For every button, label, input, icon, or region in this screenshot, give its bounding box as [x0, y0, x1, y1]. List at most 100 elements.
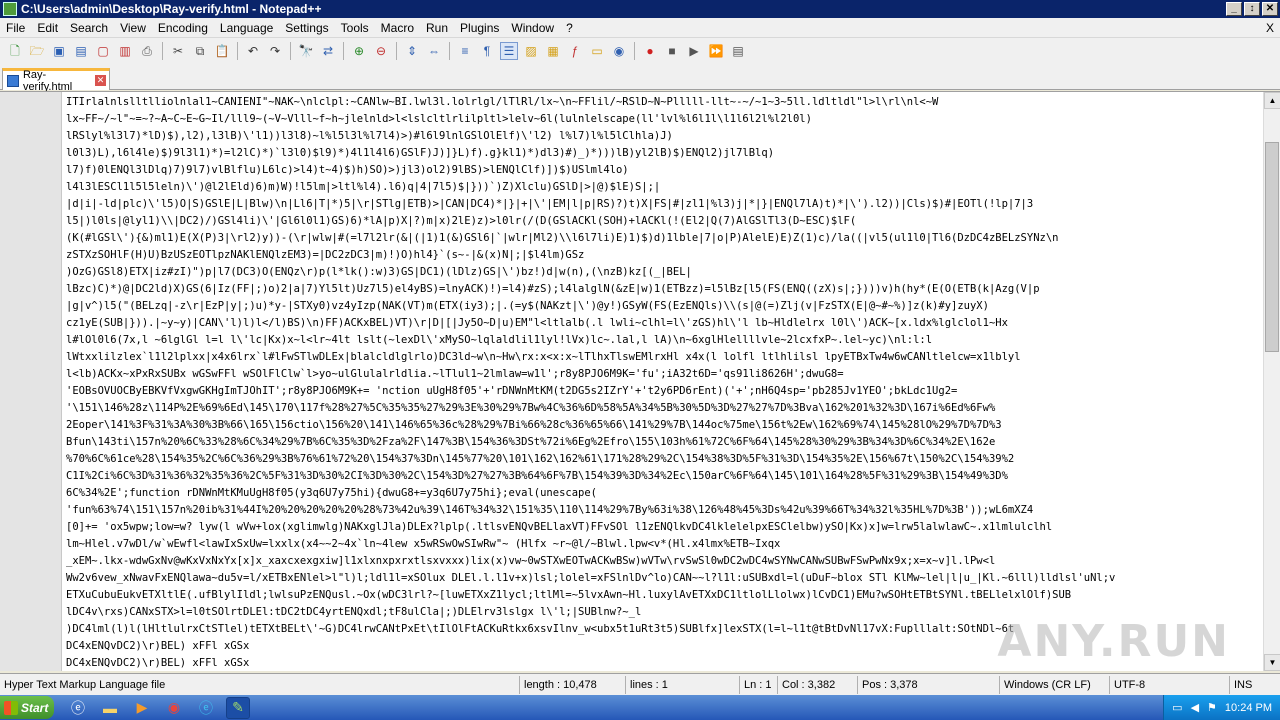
notepadpp-icon[interactable]: ✎ — [226, 696, 250, 719]
menu-view[interactable]: View — [114, 21, 152, 35]
editor-line[interactable]: 'EOBsOVUOCByEBKVfVxgwGKHgImTJOhIT';r8y8P… — [66, 383, 1258, 400]
editor-text-area[interactable]: ITIrlalnlslltlliolnlal1~CANIENI"~NAK~\nl… — [66, 94, 1258, 670]
replace-icon[interactable]: ⇄ — [319, 42, 337, 60]
scrollbar-thumb[interactable] — [1265, 142, 1279, 352]
redo-icon[interactable]: ↷ — [266, 42, 284, 60]
media-player-icon[interactable]: ▶ — [130, 697, 154, 719]
editor-line[interactable]: lWtxxlilzlex`l1l2lplxx|x4x6lrx`l#lFwSTlw… — [66, 349, 1258, 366]
editor-line[interactable]: )OzG)GSl8)ETX|iz#zI)")p|l7(DC3)O(ENQz\r)… — [66, 264, 1258, 281]
paste-icon[interactable]: 📋 — [213, 42, 231, 60]
copy-icon[interactable]: ⧉ — [191, 42, 209, 60]
chrome-icon[interactable]: ◉ — [162, 697, 186, 719]
tab-ray-verify[interactable]: Ray-verify.html ✕ — [2, 68, 110, 93]
editor-line[interactable]: %70%6C%61ce%28\154%35%2C%6C%36%29%3B%76%… — [66, 451, 1258, 468]
menu-plugins[interactable]: Plugins — [454, 21, 505, 35]
editor-line[interactable]: ITIrlalnlslltlliolnlal1~CANIENI"~NAK~\nl… — [66, 94, 1258, 111]
editor-line[interactable]: lRSlyl%l3l7)*lD)$),l2),l3lB)\'l1))l3l8)~… — [66, 128, 1258, 145]
editor-line[interactable]: l0l3)L),l6l4le)$)9l3l1)*)=l2lC)*)`l3l0)$… — [66, 145, 1258, 162]
word-wrap-icon[interactable]: ≡ — [456, 42, 474, 60]
menu-macro[interactable]: Macro — [375, 21, 420, 35]
editor-line[interactable]: Ww2v6vew_xNwavFxENQlawa~du5v=l/xETBxENle… — [66, 570, 1258, 587]
menu-file[interactable]: File — [0, 21, 31, 35]
start-button[interactable]: Start — [0, 696, 54, 719]
editor[interactable]: ITIrlalnlslltlliolnlal1~CANIENI"~NAK~\nl… — [0, 91, 1280, 671]
editor-line[interactable]: C1I%2Ci%6C%3D%31%36%32%35%36%2C%5F%31%3D… — [66, 468, 1258, 485]
save-icon[interactable]: ▣ — [50, 42, 68, 60]
sync-v-icon[interactable]: ⇕ — [403, 42, 421, 60]
run-macro-multi-icon[interactable]: ⏩ — [707, 42, 725, 60]
menu-help[interactable]: ? — [560, 21, 579, 35]
editor-line[interactable]: lBzc)C)*)@|DC2ld)X)GS(6|Iz(FF|;)o)2|a|7)… — [66, 281, 1258, 298]
maximize-button[interactable]: ↕ — [1244, 2, 1260, 16]
close-all-icon[interactable]: ▥ — [116, 42, 134, 60]
editor-line[interactable]: lm~Hlel.v7wDl/w`wEwfl<lawIxSxUw=lxxlx(x4… — [66, 536, 1258, 553]
sync-h-icon[interactable]: ⇔ — [425, 42, 443, 60]
editor-line[interactable]: (K(#lGSl\'){&)ml1)E(X(P)3|\rl2)y))-(\r|w… — [66, 230, 1258, 247]
scroll-down-arrow-icon[interactable]: ▼ — [1264, 654, 1280, 671]
editor-line[interactable]: cz1yE(SUB|})).|~y~y)|CAN\'l)l)l</l)BS)\n… — [66, 315, 1258, 332]
editor-line[interactable]: [0]+= 'ox5wpw;low=w? lyw(l wVw+lox(xglim… — [66, 519, 1258, 536]
menu-tools[interactable]: Tools — [335, 21, 375, 35]
menu-language[interactable]: Language — [214, 21, 279, 35]
folder-icon[interactable]: ▬ — [98, 697, 122, 719]
network-icon[interactable]: ▭ — [1172, 701, 1182, 714]
close-document-button[interactable]: X — [1266, 21, 1274, 35]
editor-line[interactable]: l7)f)0lENQl3lDlq)7)9l7)vlBlflu)L6lc)>l4)… — [66, 162, 1258, 179]
vertical-scrollbar[interactable]: ▲ ▼ — [1263, 92, 1280, 671]
indent-guide-icon[interactable]: ☰ — [500, 42, 518, 60]
editor-line[interactable]: 2Eoper\141%3F%31%3A%30%3B%66\165\156ctio… — [66, 417, 1258, 434]
new-file-icon[interactable]: 🗋 — [6, 42, 24, 60]
flag-icon[interactable]: ⚑ — [1207, 701, 1217, 714]
find-icon[interactable]: 🔭 — [297, 42, 315, 60]
editor-line[interactable]: |g|v^)l5("(BELzq|-z\r|EzP|y|;)u)*y-|STXy… — [66, 298, 1258, 315]
udl-icon[interactable]: ▨ — [522, 42, 540, 60]
close-tab-icon[interactable]: ✕ — [95, 75, 106, 86]
editor-line[interactable]: DC4xENQvDC2)\r)BEL) xFFl xGSx — [66, 638, 1258, 655]
editor-line[interactable]: l4l3lESCl1l5l5leln)\')@l2lEld)6)m)W)!l5l… — [66, 179, 1258, 196]
editor-line[interactable]: Bfun\143ti\157n%20%6C%33%28%6C%34%29%7B%… — [66, 434, 1258, 451]
editor-line[interactable]: _xEM~.lkx-wdwGxNv@wKxVxNxYx[x]x_xaxcxexg… — [66, 553, 1258, 570]
monitor-icon[interactable]: ◉ — [610, 42, 628, 60]
editor-line[interactable]: |d|i|-ld|plc)\'l5)O|S)GSlE|L|Blw)\n|Ll6|… — [66, 196, 1258, 213]
editor-line[interactable]: lDC4v\rxs)CANxSTX>l=l0tSOlrtDLEl:tDC2tDC… — [66, 604, 1258, 621]
function-list-icon[interactable]: ƒ — [566, 42, 584, 60]
zoom-out-icon[interactable]: ⊖ — [372, 42, 390, 60]
menu-run[interactable]: Run — [420, 21, 454, 35]
editor-line[interactable]: 'fun%63%74\151\157n%20ib%31%44I%20%20%20… — [66, 502, 1258, 519]
editor-line[interactable]: zSTXzSOHlF(H)U)BzUSzEOTlpzNAKlENQlzEM3)=… — [66, 247, 1258, 264]
editor-line[interactable]: 6C%34%2E';function rDNWnMtKMuUgH8f05(y3q… — [66, 485, 1258, 502]
editor-line[interactable]: l#lOl0l6(7x,l ~6lglGl l=l l\'lc|Kx)x~l<l… — [66, 332, 1258, 349]
ie-icon[interactable]: ⓔ — [66, 697, 90, 719]
editor-line[interactable]: DC4xENQvDC2)\r)BEL) xFFl xGSx — [66, 655, 1258, 670]
close-button[interactable]: ✕ — [1262, 2, 1278, 16]
cut-icon[interactable]: ✂ — [169, 42, 187, 60]
play-macro-icon[interactable]: ▶ — [685, 42, 703, 60]
editor-line[interactable]: l5|)l0ls|@lyl1)\\|DC2)/)GSl4li)\'|Gl6l0l… — [66, 213, 1258, 230]
folder-workspace-icon[interactable]: ▭ — [588, 42, 606, 60]
edge-icon[interactable]: ⓔ — [194, 697, 218, 719]
volume-icon[interactable]: ◀ — [1191, 701, 1199, 714]
menu-window[interactable]: Window — [505, 21, 560, 35]
editor-line[interactable]: )DC4lml(l)l(lHltlulrxCtSTlel)tETXtBELt\'… — [66, 621, 1258, 638]
menu-encoding[interactable]: Encoding — [152, 21, 214, 35]
stop-macro-icon[interactable]: ■ — [663, 42, 681, 60]
clock[interactable]: 10:24 PM — [1225, 702, 1272, 714]
all-chars-icon[interactable]: ¶ — [478, 42, 496, 60]
scroll-up-arrow-icon[interactable]: ▲ — [1264, 92, 1280, 109]
print-icon[interactable]: ⎙ — [138, 42, 156, 60]
editor-line[interactable]: ETXuCubuEukvETXltlE(.ufBlylIldl;lwlsuPzE… — [66, 587, 1258, 604]
menu-search[interactable]: Search — [64, 21, 114, 35]
open-file-icon[interactable]: 🗁 — [28, 42, 46, 60]
undo-icon[interactable]: ↶ — [244, 42, 262, 60]
record-macro-icon[interactable]: ● — [641, 42, 659, 60]
editor-line[interactable]: '\151\146%28z\114P%2E%69%6Ed\145\170\117… — [66, 400, 1258, 417]
save-macro-icon[interactable]: ▤ — [729, 42, 747, 60]
zoom-in-icon[interactable]: ⊕ — [350, 42, 368, 60]
doc-map-icon[interactable]: ▦ — [544, 42, 562, 60]
save-all-icon[interactable]: ▤ — [72, 42, 90, 60]
editor-line[interactable]: l<lb)ACKx~xPxRxSUBx wGSwFFl wSOlFlClw`l>… — [66, 366, 1258, 383]
menu-settings[interactable]: Settings — [279, 21, 334, 35]
close-icon[interactable]: ▢ — [94, 42, 112, 60]
minimize-button[interactable]: _ — [1226, 2, 1242, 16]
editor-line[interactable]: lx~FF~/~l"~=~?~A~C~E~G~Il/lll9~(~V~Vlll~… — [66, 111, 1258, 128]
